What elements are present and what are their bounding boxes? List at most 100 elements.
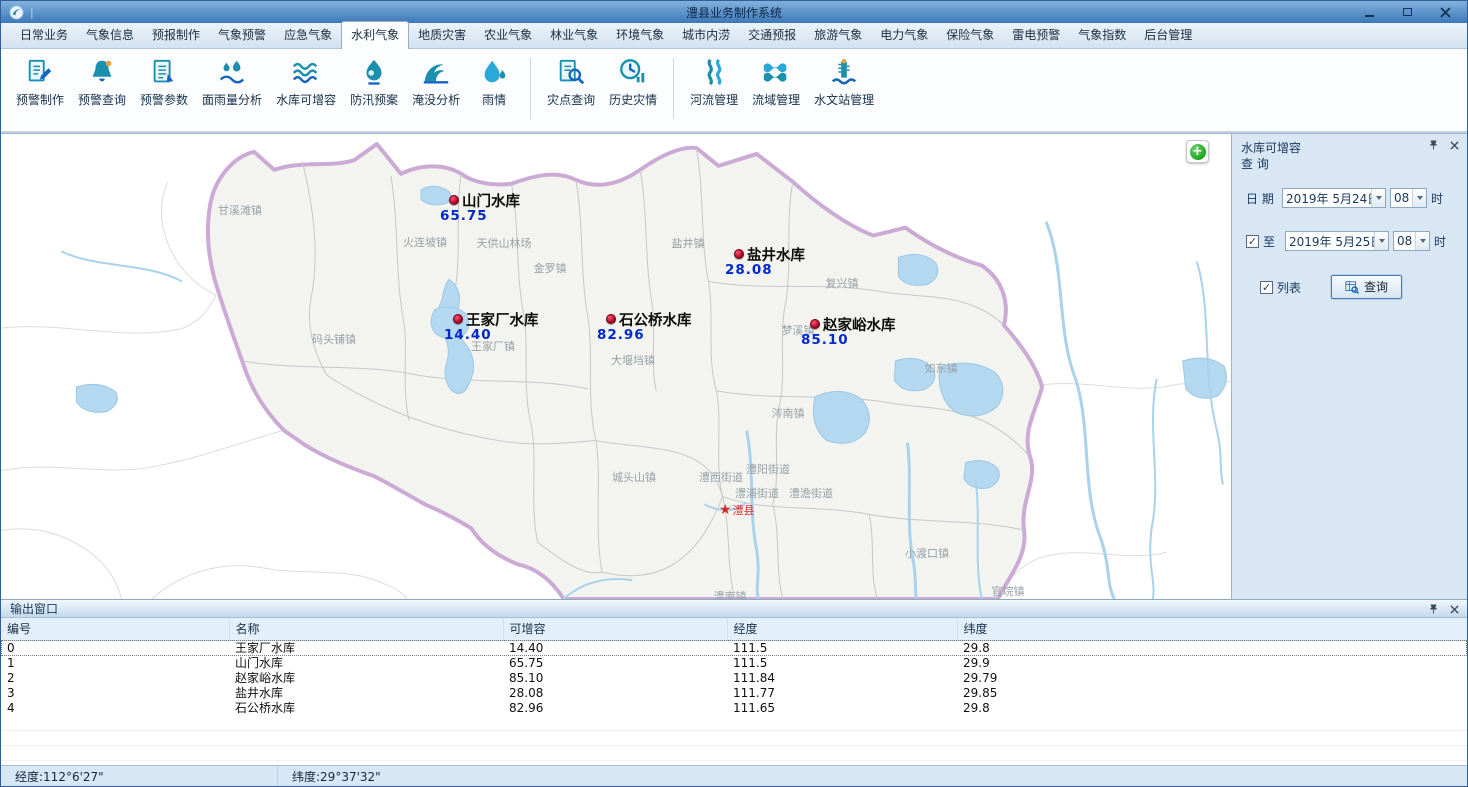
town-label: 澧浦街道: [735, 485, 779, 501]
output-titlebar: 输出窗口: [1, 600, 1467, 618]
menu-item-15[interactable]: 雷电预警: [1003, 22, 1069, 48]
start-date-select[interactable]: 2019年 5月24日: [1282, 188, 1386, 208]
menu-item-8[interactable]: 林业气象: [541, 22, 607, 48]
doc-params-icon: [149, 57, 179, 87]
reservoir-dot-icon: [734, 249, 744, 259]
table-row[interactable]: 2赵家峪水库85.10111.8429.79: [1, 671, 1467, 686]
output-pin-button[interactable]: [1427, 603, 1439, 615]
zoom-in-button[interactable]: +: [1186, 140, 1209, 163]
table-cell: 111.5: [727, 656, 957, 671]
pin-icon: [1429, 139, 1438, 151]
chevron-down-icon: [1374, 232, 1388, 250]
pin-icon: [1429, 603, 1438, 615]
start-hour-select[interactable]: 08: [1390, 188, 1427, 208]
toolbar-rain-condition-button[interactable]: 雨情: [467, 54, 521, 111]
toolbar-river-management-button[interactable]: 河流管理: [683, 54, 745, 111]
table-cell: [727, 746, 957, 761]
toolbar-button-label: 雨情: [482, 91, 506, 108]
menu-item-14[interactable]: 保险气象: [937, 22, 1003, 48]
table-cell: [957, 731, 1467, 746]
table-cell: 111.65: [727, 701, 957, 716]
table-cell: [1, 731, 229, 746]
empty-row: [1, 746, 1467, 761]
map-canvas[interactable]: 甘溪滩镇火连坡镇天供山林场金罗镇盐井镇复兴镇码头铺镇王家厂镇梦溪镇大堰垱镇涔南镇…: [1, 134, 1231, 599]
table-row[interactable]: 3盐井水库28.08111.7729.85: [1, 686, 1467, 701]
town-label: 澧阳街道: [746, 461, 790, 477]
town-label: 盐井镇: [672, 235, 705, 251]
main-area: 甘溪滩镇火连坡镇天供山林场金罗镇盐井镇复兴镇码头铺镇王家厂镇梦溪镇大堰垱镇涔南镇…: [1, 133, 1467, 599]
toolbar-disaster-point-query-button[interactable]: 灾点查询: [540, 54, 602, 111]
menu-item-0[interactable]: 日常业务: [11, 22, 77, 48]
bell-icon: [87, 57, 117, 87]
chevron-down-icon: [1412, 189, 1426, 207]
menu-item-11[interactable]: 交通预报: [739, 22, 805, 48]
toolbar-warning-query-button[interactable]: 预警查询: [71, 54, 133, 111]
column-header: 名称: [229, 618, 503, 640]
menu-item-6[interactable]: 地质灾害: [409, 22, 475, 48]
close-icon: [1450, 141, 1459, 150]
menu-item-17[interactable]: 后台管理: [1135, 22, 1201, 48]
toolbar-button-label: 历史灾情: [609, 91, 657, 108]
toolbar: 预警制作预警查询预警参数面雨量分析水库可增容防汛预案淹没分析雨情 灾点查询历史灾情…: [1, 49, 1467, 133]
panel-close-button[interactable]: [1448, 139, 1460, 151]
toolbar-basin-management-button[interactable]: 流域管理: [745, 54, 807, 111]
list-checkbox[interactable]: ✓: [1260, 281, 1273, 294]
map-label-layer: 甘溪滩镇火连坡镇天供山林场金罗镇盐井镇复兴镇码头铺镇王家厂镇梦溪镇大堰垱镇涔南镇…: [1, 134, 1231, 599]
menu-item-2[interactable]: 预报制作: [143, 22, 209, 48]
end-hour-select[interactable]: 08: [1393, 231, 1430, 251]
menu-item-1[interactable]: 气象信息: [77, 22, 143, 48]
toolbar-submersion-analysis-button[interactable]: 淹没分析: [405, 54, 467, 111]
town-label: 金罗镇: [534, 260, 567, 276]
table-cell: 14.40: [503, 640, 727, 656]
output-close-button[interactable]: [1448, 603, 1460, 615]
toolbar-warning-create-button[interactable]: 预警制作: [9, 54, 71, 111]
table-cell: [229, 716, 503, 731]
menu-item-5[interactable]: 水利气象: [341, 21, 409, 49]
toolbar-hydrostation-management-button[interactable]: 水文站管理: [807, 54, 881, 111]
table-cell: [503, 731, 727, 746]
zoom-in-icon: +: [1190, 144, 1206, 160]
toolbar-separator: [530, 58, 531, 119]
menu-item-13[interactable]: 电力气象: [871, 22, 937, 48]
menu-item-4[interactable]: 应急气象: [275, 22, 341, 48]
menu-item-3[interactable]: 气象预警: [209, 22, 275, 48]
empty-row: [1, 716, 1467, 731]
menu-item-16[interactable]: 气象指数: [1069, 22, 1135, 48]
toolbar-reservoir-capacity-button[interactable]: 水库可增容: [269, 54, 343, 111]
table-row[interactable]: 4石公桥水库82.96111.6529.8: [1, 701, 1467, 716]
column-header: 经度: [727, 618, 957, 640]
menu-item-12[interactable]: 旅游气象: [805, 22, 871, 48]
minimize-button[interactable]: [1361, 5, 1377, 19]
menu-item-10[interactable]: 城市内涝: [673, 22, 739, 48]
toolbar-button-label: 水库可增容: [276, 91, 336, 108]
to-checkbox[interactable]: ✓: [1246, 235, 1259, 248]
history-chart-icon: [618, 57, 648, 87]
table-cell: 0: [1, 640, 229, 656]
table-cell: [229, 746, 503, 761]
restore-icon: [1403, 8, 1412, 16]
query-button[interactable]: 查询: [1331, 275, 1402, 299]
toolbar-area-rainfall-analysis-button[interactable]: 面雨量分析: [195, 54, 269, 111]
table-header-row: 编号名称可增容经度纬度: [1, 618, 1467, 640]
menu-item-7[interactable]: 农业气象: [475, 22, 541, 48]
table-cell: [957, 746, 1467, 761]
query-table-search-icon: [1345, 280, 1359, 294]
table-cell: 4: [1, 701, 229, 716]
reservoir-dot-icon: [453, 314, 463, 324]
table-row[interactable]: 1山门水库65.75111.529.9: [1, 656, 1467, 671]
menu-item-9[interactable]: 环境气象: [607, 22, 673, 48]
reservoir-capacity-value: 65.75: [440, 208, 488, 224]
toolbar-warning-params-button[interactable]: 预警参数: [133, 54, 195, 111]
toolbar-flood-plan-button[interactable]: 防汛预案: [343, 54, 405, 111]
table-cell: [503, 746, 727, 761]
close-button[interactable]: [1437, 5, 1453, 19]
restore-button[interactable]: [1399, 5, 1415, 19]
panel-pin-button[interactable]: [1427, 139, 1439, 151]
end-date-select[interactable]: 2019年 5月25日: [1285, 231, 1389, 251]
town-label: 澧澹街道: [789, 485, 833, 501]
table-cell: 2: [1, 671, 229, 686]
town-label: 官垸镇: [992, 583, 1025, 599]
table-row[interactable]: 0王家厂水库14.40111.529.8: [1, 640, 1467, 656]
toolbar-historical-disasters-button[interactable]: 历史灾情: [602, 54, 664, 111]
table-cell: 王家厂水库: [229, 640, 503, 656]
